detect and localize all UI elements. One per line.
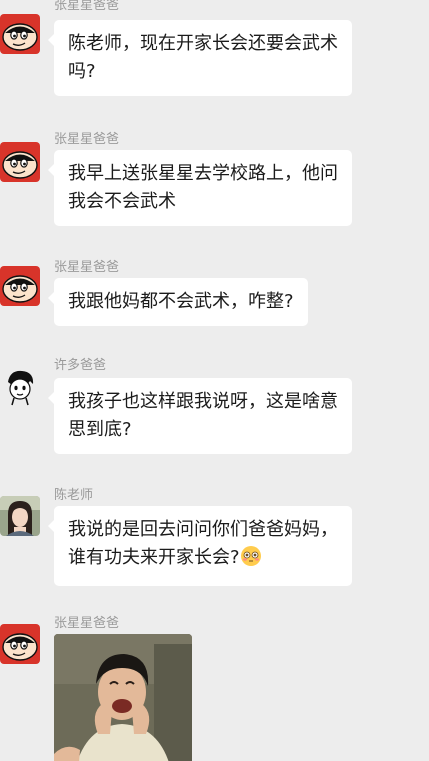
message-bubble[interactable]: 我说的是回去问问你们爸爸妈妈， 谁有功夫来开家长会? bbox=[48, 506, 352, 586]
message-bubble[interactable]: 我孩子也这样跟我说呀，这是啥意 思到底? bbox=[48, 378, 352, 454]
crayon-shinchan-avatar bbox=[0, 142, 40, 182]
message-text: 我早上送张星星去学校路上，他问 bbox=[68, 163, 338, 184]
message-text: 我说的是回去问问你们爸爸妈妈， bbox=[68, 519, 338, 540]
cartoon-face-avatar bbox=[0, 366, 40, 406]
laughing-man-photo bbox=[54, 634, 192, 761]
message-text: 谁有功夫来开家长会? bbox=[68, 547, 240, 568]
sender-name: 张星星爸爸 bbox=[54, 132, 120, 147]
avatar[interactable] bbox=[0, 496, 40, 536]
message-line: 谁有功夫来开家长会? bbox=[68, 544, 338, 576]
message-text: 我会不会武术 bbox=[68, 191, 176, 212]
avatar[interactable] bbox=[0, 142, 40, 182]
photo-portrait-avatar bbox=[0, 496, 40, 536]
image-message[interactable] bbox=[54, 634, 192, 761]
avatar[interactable] bbox=[0, 366, 40, 406]
sender-name: 陈老师 bbox=[54, 488, 94, 503]
sender-name: 许多爸爸 bbox=[54, 358, 107, 373]
flushed-face-emoji-icon bbox=[240, 545, 262, 576]
message-text: 思到底? bbox=[68, 419, 132, 440]
avatar[interactable] bbox=[0, 14, 40, 54]
sender-name: 张星星爸爸 bbox=[54, 0, 120, 13]
message-text: 陈老师，现在开家长会还要会武术 bbox=[68, 33, 338, 54]
crayon-shinchan-avatar bbox=[0, 14, 40, 54]
message-bubble[interactable]: 陈老师，现在开家长会还要会武术 吗? bbox=[48, 20, 352, 96]
message-text: 吗? bbox=[68, 61, 96, 82]
sender-name: 张星星爸爸 bbox=[54, 260, 120, 275]
avatar[interactable] bbox=[0, 266, 40, 306]
crayon-shinchan-avatar bbox=[0, 266, 40, 306]
crayon-shinchan-avatar bbox=[0, 624, 40, 664]
message-text: 我跟他妈都不会武术，咋整? bbox=[68, 291, 294, 312]
avatar[interactable] bbox=[0, 624, 40, 664]
message-text: 我孩子也这样跟我说呀，这是啥意 bbox=[68, 391, 338, 412]
message-bubble[interactable]: 我早上送张星星去学校路上，他问 我会不会武术 bbox=[48, 150, 352, 226]
chat-history[interactable]: 张星星爸爸 陈老师，现在开家长会还要会武术 吗? 张星星爸爸 我早上送张星星去学… bbox=[0, 0, 429, 761]
sender-name: 张星星爸爸 bbox=[54, 616, 120, 631]
message-bubble[interactable]: 我跟他妈都不会武术，咋整? bbox=[48, 278, 308, 326]
